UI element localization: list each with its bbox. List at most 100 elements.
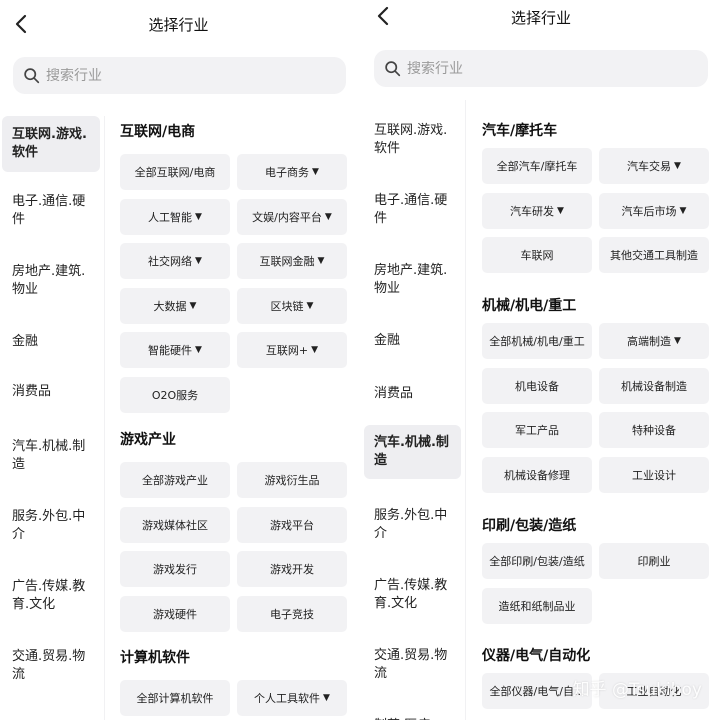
- sidebar-item[interactable]: 互联网.游戏. 软件: [2, 116, 100, 172]
- sidebar-item[interactable]: 广告.传媒.教 育.文化: [0, 576, 104, 616]
- sidebar-item[interactable]: 金融: [362, 330, 465, 360]
- industry-chip[interactable]: 文娱/内容平台 ▼: [237, 198, 347, 235]
- caret-down-icon: ▼: [189, 300, 197, 311]
- sidebar-item[interactable]: 金融: [0, 331, 104, 361]
- category-sidebar: 互联网.游戏. 软件 电子.通信.硬 件房地产.建筑. 物业金融消费品汽车.机械.…: [362, 100, 466, 720]
- search-bar[interactable]: [374, 50, 708, 87]
- caret-down-icon: ▼: [312, 167, 319, 177]
- chip-label: 机械设备修理: [504, 468, 570, 482]
- search-input[interactable]: [407, 60, 657, 77]
- sidebar-item[interactable]: 房地产.建筑. 物业: [0, 261, 104, 301]
- industry-chip[interactable]: 游戏衍生品: [237, 462, 347, 498]
- caret-down-icon: ▼: [557, 205, 564, 216]
- chip-label: 互联网+: [265, 344, 309, 357]
- industry-chip[interactable]: 工业设计: [599, 456, 709, 493]
- chip-label: 全部机械/机电/重工: [489, 335, 585, 348]
- chip-label: 汽车后市场: [621, 204, 677, 218]
- sidebar-item[interactable]: 服务.外包.中 介: [0, 506, 104, 546]
- caret-down-icon: ▼: [324, 211, 332, 222]
- industry-chip[interactable]: 军工产品: [482, 412, 592, 448]
- industry-panel-right: 选择行业 互联网.游戏. 软件电子.通信.硬 件房地产.建筑. 物业金融消费品汽…: [362, 0, 720, 720]
- chip-label: 电子商务: [265, 166, 310, 179]
- industry-chip[interactable]: 游戏开发: [237, 551, 347, 587]
- industry-chip[interactable]: 其他交通工具制造: [599, 237, 709, 273]
- industry-chip[interactable]: 全部游戏产业: [120, 462, 230, 498]
- industry-chip[interactable]: 互联网+ ▼: [237, 332, 347, 368]
- industry-chip[interactable]: 智能硬件 ▼: [120, 332, 230, 368]
- industry-chip[interactable]: 造纸和纸制品业: [482, 587, 592, 624]
- sidebar-item[interactable]: 服务.外包.中 介: [362, 505, 465, 545]
- chip-label: 造纸和纸制品业: [498, 599, 576, 613]
- sidebar-item[interactable]: 制药.医疗: [362, 715, 465, 720]
- chip-label: 其他交通工具制造: [610, 249, 698, 262]
- chip-label: 高端制造: [627, 335, 672, 348]
- chip-label: O2O服务: [151, 388, 199, 402]
- search-input[interactable]: [46, 67, 296, 84]
- chip-label: 游戏硬件: [153, 607, 197, 621]
- chip-label: 游戏平台: [270, 518, 314, 532]
- chip-label: 工业设计: [632, 468, 676, 482]
- chip-label: 机电设备: [515, 379, 559, 393]
- sidebar-item[interactable]: 汽车.机械.制 造: [364, 425, 461, 479]
- industry-chip[interactable]: 特种设备: [599, 412, 709, 448]
- industry-chip[interactable]: 区块链 ▼: [237, 287, 347, 324]
- industry-chip[interactable]: 互联网金融 ▼: [237, 243, 347, 279]
- industry-chip[interactable]: 电子竞技: [237, 595, 347, 632]
- chip-label: 车联网: [520, 249, 554, 262]
- chip-label: 游戏开发: [270, 563, 314, 576]
- sidebar-item[interactable]: 消费品: [362, 383, 465, 413]
- chip-label: 全部计算机软件: [136, 692, 214, 705]
- industry-chip[interactable]: 印刷业: [599, 543, 709, 579]
- industry-chip[interactable]: 游戏硬件: [120, 595, 230, 632]
- section-title: 计算机软件: [120, 650, 190, 666]
- industry-chip[interactable]: 全部机械/机电/重工: [482, 323, 592, 359]
- industry-chip[interactable]: 机电设备: [482, 367, 592, 404]
- industry-chip[interactable]: 游戏媒体社区: [120, 506, 230, 543]
- industry-chip[interactable]: 全部印刷/包装/造纸: [482, 543, 592, 579]
- industry-chip[interactable]: 汽车后市场 ▼: [599, 192, 709, 229]
- caret-down-icon: ▼: [679, 205, 687, 216]
- search-bar[interactable]: [13, 57, 346, 94]
- industry-chip[interactable]: 机械设备修理: [482, 456, 592, 493]
- industry-chip[interactable]: 全部互联网/电商: [120, 154, 230, 190]
- header: 选择行业: [362, 0, 720, 48]
- chip-label: 特种设备: [632, 424, 676, 437]
- sidebar-item[interactable]: 汽车.机械.制 造: [0, 436, 104, 476]
- sidebar-item[interactable]: 交通.贸易.物 流: [362, 645, 465, 685]
- sidebar-item[interactable]: 交通.贸易.物 流: [0, 646, 104, 686]
- search-icon: [385, 61, 401, 77]
- caret-down-icon: ▼: [317, 256, 325, 266]
- industry-chip[interactable]: 社交网络 ▼: [120, 243, 230, 279]
- industry-chip[interactable]: 全部汽车/摩托车: [482, 148, 592, 184]
- industry-chip[interactable]: 游戏发行: [120, 551, 230, 587]
- sidebar-item[interactable]: 互联网.游戏. 软件: [362, 120, 465, 160]
- section-title: 游戏产业: [120, 432, 176, 448]
- section-title: 印刷/包装/造纸: [482, 518, 577, 534]
- sidebar-item[interactable]: 电子.通信.硬 件: [362, 190, 465, 230]
- industry-chip[interactable]: 个人工具软件 ▼: [237, 680, 347, 716]
- industry-chip[interactable]: 大数据 ▼: [120, 287, 230, 324]
- industry-chip[interactable]: 汽车研发 ▼: [482, 192, 592, 229]
- subcategory-content: 汽车/摩托车 全部汽车/摩托车 汽车交易 ▼ 汽车研发 ▼ 汽车后市场 ▼ 车联网 其他交通工具制…: [467, 100, 720, 720]
- industry-chip[interactable]: 游戏平台: [237, 506, 347, 543]
- chip-label: 互联网金融: [259, 255, 315, 268]
- search-icon: [24, 68, 40, 84]
- industry-chip[interactable]: 车联网: [482, 237, 592, 273]
- caret-down-icon: ▼: [674, 336, 681, 346]
- industry-chip[interactable]: 高端制造 ▼: [599, 323, 709, 359]
- industry-chip[interactable]: O2O服务: [120, 376, 230, 413]
- industry-chip[interactable]: 电子商务 ▼: [237, 154, 347, 190]
- sidebar-item[interactable]: 电子.通信.硬 件: [0, 191, 104, 231]
- industry-chip[interactable]: 汽车交易 ▼: [599, 148, 709, 184]
- sidebar-item[interactable]: 消费品: [0, 381, 104, 411]
- industry-chip[interactable]: 人工智能 ▼: [120, 198, 230, 235]
- industry-chip[interactable]: 全部计算机软件: [120, 680, 230, 716]
- subcategory-content: 互联网/电商 全部互联网/电商 电子商务 ▼ 人工智能 ▼ 文娱/内容平台 ▼ 社交网络 ▼ 互联网…: [106, 116, 357, 720]
- section-title: 汽车/摩托车: [482, 123, 558, 139]
- industry-chip[interactable]: 机械设备制造: [599, 367, 709, 404]
- sidebar-item[interactable]: 房地产.建筑. 物业: [362, 260, 465, 300]
- caret-down-icon: ▼: [306, 300, 314, 311]
- section-title: 互联网/电商: [120, 124, 196, 140]
- industry-panel-left: 选择行业 互联网.游戏. 软件电子.通信.硬 件房地产.建筑. 物业金融消费品汽…: [0, 0, 357, 720]
- sidebar-item[interactable]: 广告.传媒.教 育.文化: [362, 575, 465, 615]
